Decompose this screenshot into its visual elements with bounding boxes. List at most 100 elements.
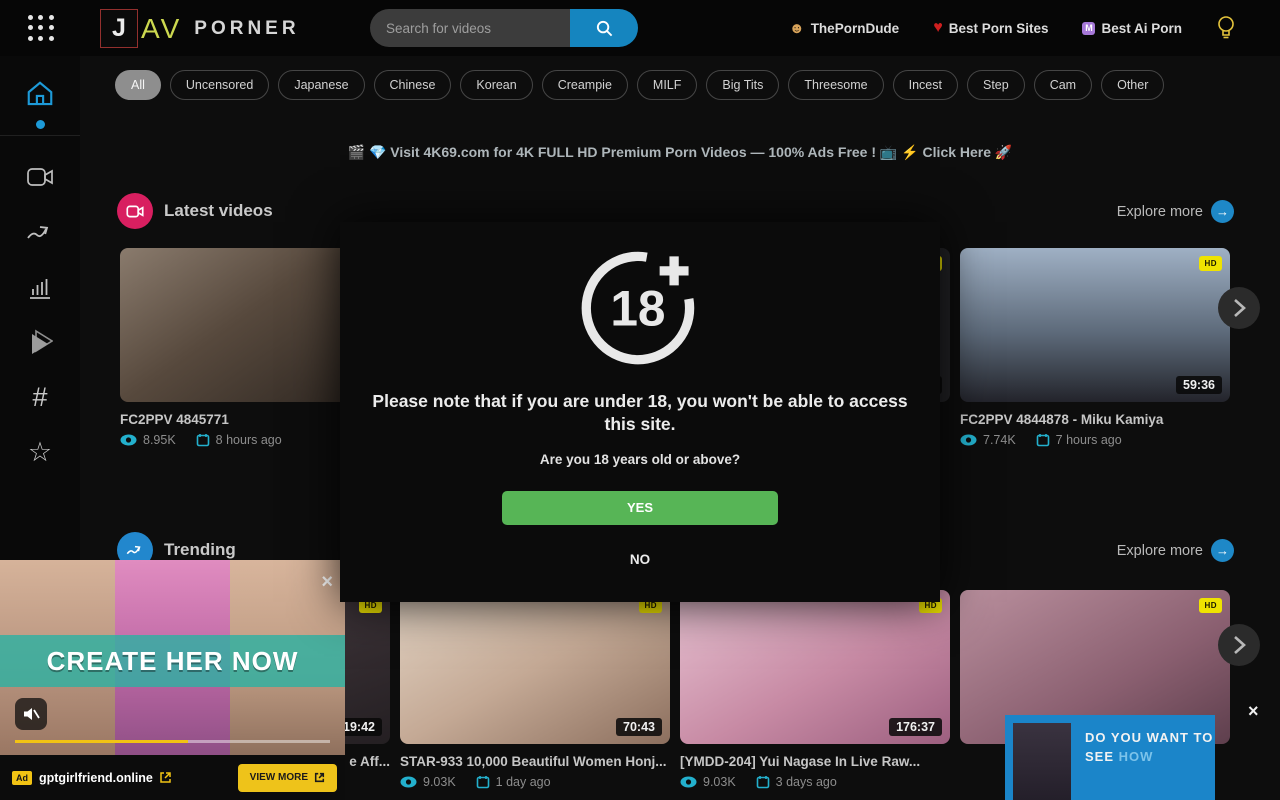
category-chips: All Uncensored Japanese Chinese Korean C… — [115, 70, 1164, 100]
promo-banner-link[interactable]: 🎬 💎 Visit 4K69.com for 4K FULL HD Premiu… — [80, 144, 1280, 161]
play-icon — [27, 328, 53, 356]
duration-badge: 59:36 — [1176, 376, 1222, 394]
apps-grid-icon[interactable] — [28, 15, 55, 42]
video-age: 3 days ago — [776, 775, 837, 789]
ad-view-more-button[interactable]: VIEW MORE — [238, 764, 337, 792]
duration-badge: 176:37 — [889, 718, 942, 736]
header-links: ☻ ThePornDude ♥ Best Porn Sites M Best A… — [789, 0, 1236, 56]
sidebar-item-tags[interactable]: # — [24, 381, 56, 413]
video-camera-icon — [26, 165, 54, 189]
trending-icon — [126, 544, 144, 557]
hd-badge: HD — [1199, 256, 1222, 271]
banner-ad[interactable]: DO YOU WANT TO SEE HOW — [1005, 715, 1215, 800]
chip-other[interactable]: Other — [1101, 70, 1164, 100]
explore-more-latest[interactable]: Explore more → — [1117, 200, 1234, 223]
chip-milf[interactable]: MILF — [637, 70, 697, 100]
latest-scroll-next-button[interactable] — [1218, 287, 1260, 329]
porndude-icon: ☻ — [789, 20, 805, 37]
chip-threesome[interactable]: Threesome — [788, 70, 883, 100]
ad-thumbnail — [1013, 723, 1071, 800]
latest-videos-icon — [117, 193, 153, 229]
video-thumbnail[interactable]: HD 70:43 — [400, 590, 670, 744]
top-bar: J AV PORNER ☻ ThePornDude ♥ Best Porn Si… — [0, 0, 1280, 56]
sidebar-item-trending[interactable] — [24, 217, 56, 249]
video-camera-icon — [126, 204, 144, 219]
ad-close-button[interactable]: × — [1248, 702, 1259, 720]
views-eye-icon — [960, 434, 977, 446]
video-title[interactable]: STAR-933 10,000 Beautiful Women Honj... — [400, 754, 670, 769]
chip-chinese[interactable]: Chinese — [374, 70, 452, 100]
video-age: 1 day ago — [496, 775, 551, 789]
video-meta: 7.74K 7 hours ago — [960, 433, 1230, 447]
link-theporndude[interactable]: ☻ ThePornDude — [789, 20, 899, 37]
chip-japanese[interactable]: Japanese — [278, 70, 364, 100]
sidebar-item-home[interactable] — [24, 78, 56, 110]
video-thumbnail[interactable]: HD 59:36 — [960, 248, 1230, 402]
duration-badge: 70:43 — [616, 718, 662, 736]
logo-j: J — [100, 9, 138, 48]
yes-button[interactable]: YES — [502, 491, 778, 525]
video-card[interactable]: HD 70:43 STAR-933 10,000 Beautiful Women… — [400, 590, 670, 789]
svg-text:18: 18 — [610, 281, 665, 337]
ad-banner-strip: CREATE HER NOW — [0, 635, 345, 687]
video-age: 8 hours ago — [216, 433, 282, 447]
ai-icon: M — [1082, 22, 1095, 35]
sidebar-item-favorites[interactable]: ☆ — [24, 436, 56, 468]
views-count: 9.03K — [423, 775, 456, 789]
calendar-icon — [476, 775, 490, 789]
chip-incest[interactable]: Incest — [893, 70, 958, 100]
video-title[interactable]: FC2PPV 4844878 - Miku Kamiya — [960, 412, 1230, 427]
video-title[interactable]: [YMDD-204] Yui Nagase In Live Raw... — [680, 754, 950, 769]
calendar-icon — [756, 775, 770, 789]
mute-button[interactable] — [15, 698, 47, 730]
link-best-ai-porn[interactable]: M Best Ai Porn — [1082, 21, 1182, 36]
sidebar-divider — [0, 135, 80, 136]
chip-cam[interactable]: Cam — [1034, 70, 1092, 100]
sidebar-item-videos[interactable] — [24, 161, 56, 193]
chevron-right-icon — [1232, 635, 1246, 655]
chip-korean[interactable]: Korean — [460, 70, 532, 100]
section-title: Latest videos — [164, 201, 273, 221]
ad-progress-bar — [15, 740, 330, 743]
chip-step[interactable]: Step — [967, 70, 1025, 100]
views-count: 8.95K — [143, 433, 176, 447]
video-age: 7 hours ago — [1056, 433, 1122, 447]
bar-chart-icon — [27, 274, 53, 300]
page: J AV PORNER ☻ ThePornDude ♥ Best Porn Si… — [0, 0, 1280, 800]
no-button[interactable]: NO — [624, 551, 656, 568]
logo-name: PORNER — [194, 18, 299, 40]
arrow-right-icon: → — [1211, 200, 1234, 223]
site-logo[interactable]: J AV PORNER — [100, 9, 300, 48]
home-icon — [25, 79, 55, 109]
chip-creampie[interactable]: Creampie — [542, 70, 628, 100]
calendar-icon — [1036, 433, 1050, 447]
external-link-icon — [314, 772, 325, 783]
ad-close-button[interactable]: × — [321, 572, 333, 592]
link-best-porn-sites[interactable]: ♥ Best Porn Sites — [933, 19, 1048, 37]
logo-av: AV — [141, 13, 182, 45]
search-input[interactable] — [370, 9, 570, 47]
sidebar-item-stats[interactable] — [24, 271, 56, 303]
age-question-text: Are you 18 years old or above? — [540, 452, 740, 467]
heart-icon: ♥ — [933, 19, 943, 37]
video-ad[interactable]: CREATE HER NOW × Ad gptgirlfriend.online… — [0, 560, 345, 800]
chip-big-tits[interactable]: Big Tits — [706, 70, 779, 100]
chip-uncensored[interactable]: Uncensored — [170, 70, 269, 100]
lightbulb-icon — [1216, 15, 1236, 42]
theme-toggle-button[interactable] — [1216, 15, 1236, 42]
section-title: Trending — [164, 540, 236, 560]
ad-banner-text: CREATE HER NOW — [47, 646, 299, 677]
ad-domain-link[interactable]: gptgirlfriend.online — [39, 771, 153, 785]
hashtag-icon: # — [32, 384, 47, 411]
trending-scroll-next-button[interactable] — [1218, 624, 1260, 666]
star-icon: ☆ — [28, 439, 52, 466]
chip-all[interactable]: All — [115, 70, 161, 100]
video-card[interactable]: HD 176:37 [YMDD-204] Yui Nagase In Live … — [680, 590, 950, 789]
explore-more-trending[interactable]: Explore more → — [1117, 539, 1234, 562]
sidebar-item-play[interactable] — [24, 326, 56, 358]
video-thumbnail[interactable]: HD 176:37 — [680, 590, 950, 744]
age-verification-modal: 18 Please note that if you are under 18,… — [340, 222, 940, 602]
views-eye-icon — [680, 776, 697, 788]
search-button[interactable] — [570, 9, 638, 47]
video-card[interactable]: HD 59:36 FC2PPV 4844878 - Miku Kamiya 7.… — [960, 248, 1230, 447]
